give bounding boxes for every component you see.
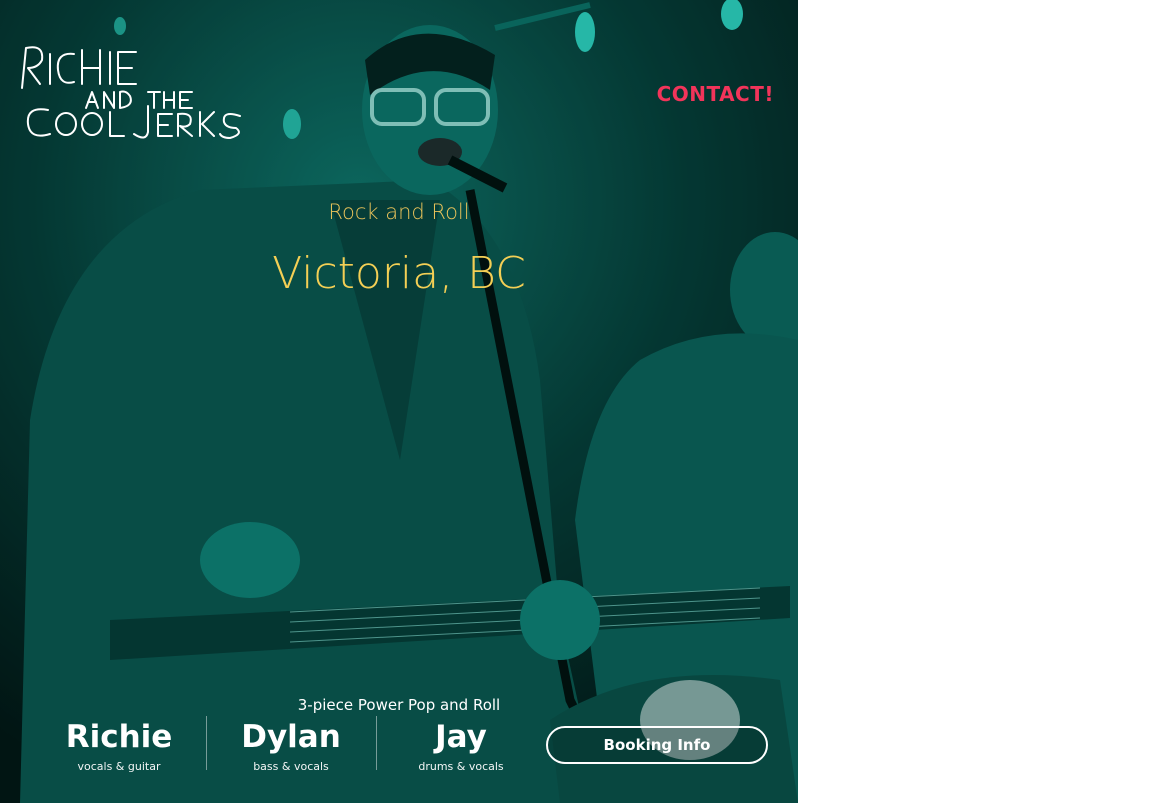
member-richie: Richie vocals & guitar [34, 718, 204, 773]
member-name: Richie [65, 719, 173, 755]
hero-section: CONTACT! Rock and Roll Victoria, BC 3-pi… [0, 0, 798, 803]
member-role: vocals & guitar [77, 760, 161, 773]
member-name: Dylan [241, 719, 341, 755]
genre-subtitle: Rock and Roll [328, 200, 470, 224]
member-dylan: Dylan bass & vocals [206, 718, 376, 773]
member-name: Jay [435, 719, 487, 755]
contact-link[interactable]: CONTACT! [657, 82, 774, 106]
member-jay: Jay drums & vocals [376, 718, 546, 773]
booking-info-button[interactable]: Booking Info [546, 726, 768, 764]
city-title: Victoria, BC [272, 248, 526, 299]
member-role: bass & vocals [253, 760, 329, 773]
band-tagline: 3-piece Power Pop and Roll [297, 696, 501, 714]
member-role: drums & vocals [418, 760, 504, 773]
band-logo[interactable] [16, 40, 248, 144]
